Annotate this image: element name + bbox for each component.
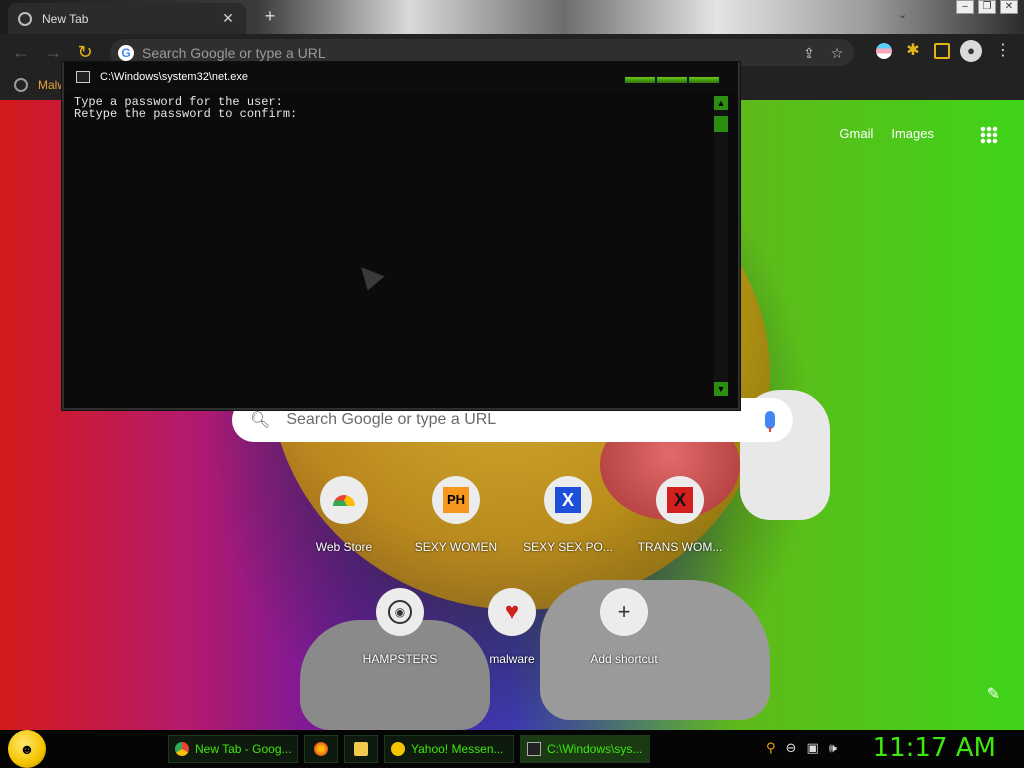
tab-search-button[interactable]: ⌄: [898, 8, 907, 21]
profile-icon[interactable]: ●: [960, 40, 982, 62]
toolbar-actions: ✱ ● ⋮: [876, 40, 1014, 62]
star-icon[interactable]: ☆: [826, 42, 848, 64]
heart-icon: ♥: [488, 588, 536, 636]
google-apps-icon[interactable]: [980, 126, 998, 144]
shortcut-label: Web Store: [315, 540, 373, 554]
network-icon[interactable]: ▣: [806, 740, 818, 756]
address-bar-placeholder: Search Google or type a URL: [142, 44, 326, 61]
console-scrollbar[interactable]: ▲ ▼: [714, 96, 728, 396]
ntp-search-placeholder: Search Google or type a URL: [286, 411, 497, 428]
task-chrome[interactable]: New Tab - Goog...: [168, 735, 298, 763]
console-close-button[interactable]: [688, 76, 720, 84]
shortcut-trans-wom[interactable]: X TRANS WOM...: [624, 476, 736, 554]
images-link[interactable]: Images: [891, 126, 934, 141]
shortcut-label: SEXY SEX PO...: [523, 540, 613, 554]
search-icon: 🔍︎: [250, 412, 271, 429]
tab-strip: New Tab ✕ + ⌄ – ❐ ✕: [0, 0, 1024, 34]
side-panel-icon[interactable]: [934, 43, 950, 59]
shortcut-label: SEXY WOMEN: [414, 540, 498, 554]
system-tray: ⚲ ⊖ ▣ 🕪︎: [766, 740, 837, 756]
restore-button[interactable]: ❐: [978, 0, 996, 14]
start-button-smiley-icon[interactable]: ☻: [8, 730, 46, 768]
task-label: New Tab - Goog...: [195, 742, 292, 756]
x-red-icon: X: [656, 476, 704, 524]
chrome-icon: [175, 742, 189, 756]
console-window-controls: [624, 76, 720, 84]
add-shortcut-button[interactable]: + Add shortcut: [568, 588, 680, 666]
console-title: C:\Windows\system32\net.exe: [100, 71, 248, 83]
task-console[interactable]: C:\Windows\sys...: [520, 735, 650, 763]
task-label: C:\Windows\sys...: [547, 742, 643, 756]
shortcut-hampsters[interactable]: ◉ HAMPSTERS: [344, 588, 456, 666]
volume-icon[interactable]: 🕪︎: [829, 740, 837, 756]
hamster-icon: ◉: [376, 588, 424, 636]
console-window[interactable]: C:\Windows\system32\net.exe Type a passw…: [62, 62, 740, 410]
taskbar: ☻ New Tab - Goog... Yahoo! Messen... C:\…: [0, 730, 1024, 768]
console-output[interactable]: Type a password for the user: Retype the…: [74, 96, 714, 396]
task-firefox[interactable]: [304, 735, 338, 763]
back-arrow-icon[interactable]: ←: [10, 41, 32, 63]
plus-icon: +: [600, 588, 648, 636]
shortcut-sexy-sex-po[interactable]: X SEXY SEX PO...: [512, 476, 624, 554]
reload-icon[interactable]: ↻: [74, 41, 96, 63]
forward-arrow-icon[interactable]: →: [42, 41, 64, 63]
ntp-header-links: Gmail Images: [839, 126, 934, 141]
tab-close-icon[interactable]: ✕: [220, 10, 236, 27]
shortcut-label: TRANS WOM...: [637, 540, 723, 554]
task-folder[interactable]: [344, 735, 378, 763]
scroll-up-arrow-icon[interactable]: ▲: [714, 96, 728, 110]
shortcut-label: HAMPSTERS: [362, 652, 438, 666]
close-window-button[interactable]: ✕: [1000, 0, 1018, 14]
customize-pencil-icon[interactable]: ✎: [987, 684, 1000, 704]
shortcut-label: Add shortcut: [590, 652, 658, 666]
globe-icon: [14, 78, 28, 92]
shortcut-label: malware: [489, 652, 535, 666]
yahoo-messenger-icon: [391, 742, 405, 756]
share-icon[interactable]: ⇪: [798, 42, 820, 64]
puzzle-extension-icon[interactable]: ✱: [902, 40, 924, 62]
trans-flag-extension-icon[interactable]: [876, 43, 892, 59]
folder-icon: [354, 742, 368, 756]
task-label: Yahoo! Messen...: [411, 742, 504, 756]
taskbar-clock[interactable]: 11:17 AM: [873, 733, 996, 763]
taskbar-tasks: New Tab - Goog... Yahoo! Messen... C:\Wi…: [168, 735, 650, 763]
shortcut-web-store[interactable]: Web Store: [288, 476, 400, 554]
console-icon: [76, 71, 90, 83]
shortcut-sexy-women[interactable]: PH SEXY WOMEN: [400, 476, 512, 554]
new-tab-button[interactable]: +: [260, 6, 280, 26]
console-minimize-button[interactable]: [624, 76, 656, 84]
scroll-down-arrow-icon[interactable]: ▼: [714, 382, 728, 396]
notification-icon[interactable]: ⊖: [786, 740, 797, 756]
gmail-link[interactable]: Gmail: [839, 126, 873, 141]
window-controls: – ❐ ✕: [956, 0, 1018, 14]
google-g-icon: G: [118, 44, 134, 61]
microphone-icon[interactable]: [765, 411, 775, 432]
x-blue-icon: X: [544, 476, 592, 524]
chrome-tab-icon: [18, 11, 32, 26]
ph-icon: PH: [432, 476, 480, 524]
minimize-button[interactable]: –: [956, 0, 974, 14]
menu-kebab-icon[interactable]: ⋮: [992, 40, 1014, 62]
tab-title: New Tab: [42, 11, 89, 26]
search-icon[interactable]: ⚲: [766, 740, 776, 756]
tab-new-tab[interactable]: New Tab ✕: [8, 3, 246, 34]
firefox-icon: [314, 742, 328, 756]
shortcut-malware[interactable]: ♥ malware: [456, 588, 568, 666]
console-icon: [527, 742, 541, 756]
task-yahoo-messenger[interactable]: Yahoo! Messen...: [384, 735, 514, 763]
console-line: Retype the password to confirm:: [74, 107, 298, 121]
chrome-web-store-icon: [320, 476, 368, 524]
console-maximize-button[interactable]: [656, 76, 688, 84]
scroll-thumb[interactable]: [714, 116, 728, 132]
